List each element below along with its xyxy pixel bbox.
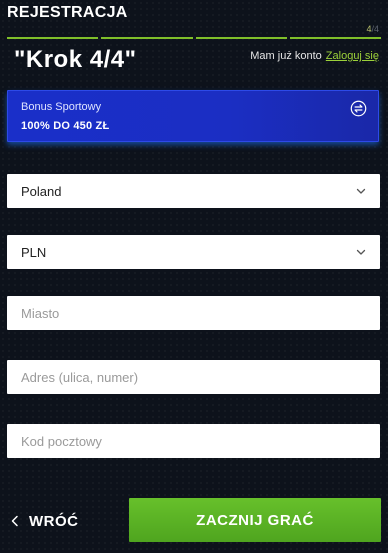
postal-code-placeholder: Kod pocztowy [21, 433, 102, 449]
currency-select[interactable]: PLN [7, 235, 380, 269]
progress-segment-1 [7, 37, 99, 39]
login-link[interactable]: Zaloguj się [326, 50, 379, 62]
progress-segment-4 [289, 37, 381, 39]
back-button[interactable]: WRÓĆ [10, 510, 79, 532]
start-playing-label: ZACZNIJ GRAĆ [196, 511, 314, 529]
step-counter: 4/4 [366, 24, 379, 34]
start-playing-button[interactable]: ZACZNIJ GRAĆ [129, 498, 381, 542]
address-input[interactable]: Adres (ulica, numer) [7, 360, 380, 394]
login-prompt: Mam już konto Zaloguj się [250, 50, 379, 62]
bonus-card[interactable]: Bonus Sportowy 100% DO 450 ZŁ [7, 90, 379, 142]
back-button-label: WRÓĆ [29, 512, 79, 530]
address-placeholder: Adres (ulica, numer) [21, 369, 139, 385]
progress-segment-3 [195, 37, 287, 39]
have-account-text: Mam już konto [250, 50, 322, 62]
chevron-down-icon [356, 188, 366, 194]
bonus-name: Bonus Sportowy [21, 101, 102, 113]
city-placeholder: Miasto [21, 305, 60, 321]
chevron-left-icon [11, 515, 18, 527]
progress-segment-2 [101, 37, 193, 39]
page-title: REJESTRACJA [7, 4, 128, 21]
step-progress-bar [7, 37, 381, 40]
city-input[interactable]: Miasto [7, 296, 380, 330]
chevron-down-icon [356, 249, 366, 255]
step-heading: "Krok 4/4" [14, 46, 137, 73]
postal-code-input[interactable]: Kod pocztowy [7, 424, 380, 458]
swap-icon[interactable] [350, 100, 367, 117]
step-total: /4 [371, 24, 379, 34]
country-value: Poland [21, 183, 62, 199]
bonus-amount: 100% DO 450 ZŁ [21, 120, 110, 132]
country-select[interactable]: Poland [7, 174, 380, 208]
currency-value: PLN [21, 244, 47, 260]
